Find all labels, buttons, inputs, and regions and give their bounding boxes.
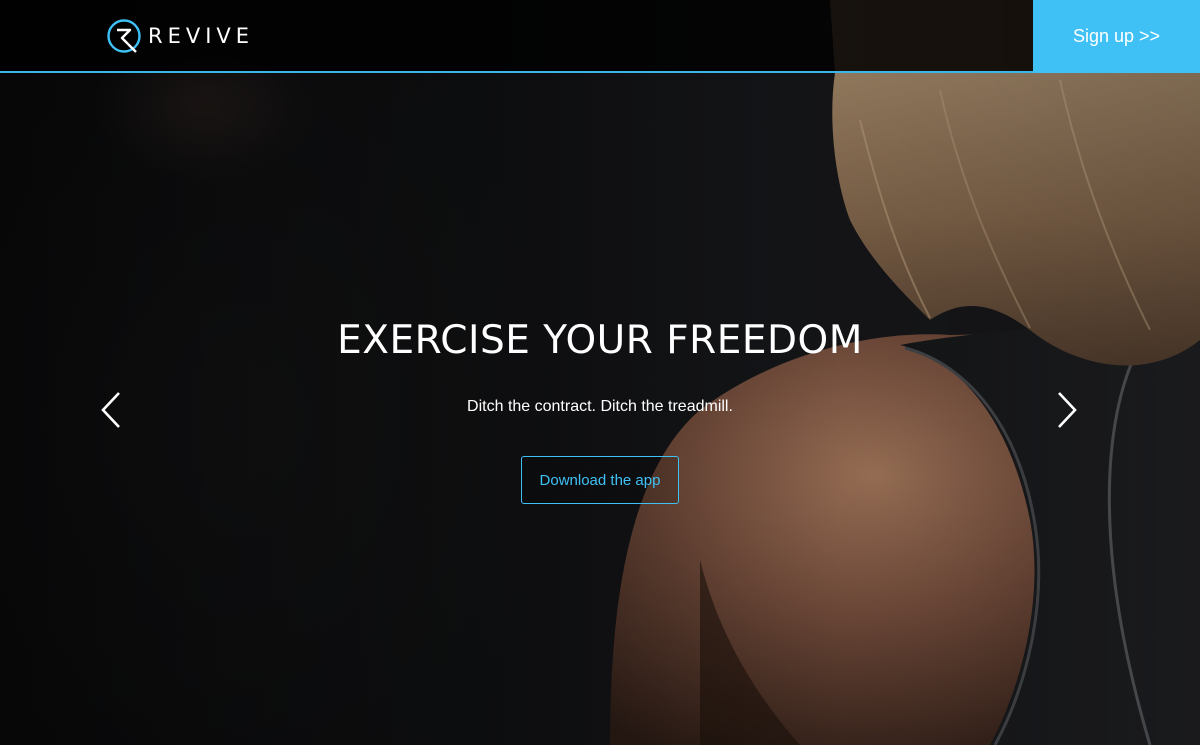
brand-name: REVIVE [148,24,255,48]
chevron-right-icon [1058,392,1077,428]
hero-headline: EXERCISE YOUR FREEDOM [337,318,863,363]
hero-overlay [0,0,1200,745]
download-app-button[interactable]: Download the app [521,456,679,504]
hero-subheadline: Ditch the contract. Ditch the treadmill. [467,398,733,415]
brand-logo[interactable]: REVIVE [106,18,254,54]
signup-button[interactable]: Sign up >> [1033,0,1200,73]
hero-background-image [0,0,1200,745]
carousel-next-button[interactable] [1052,390,1082,430]
revive-r-logo-icon [107,19,141,53]
top-navbar: REVIVE Sign up >> [0,0,1200,73]
